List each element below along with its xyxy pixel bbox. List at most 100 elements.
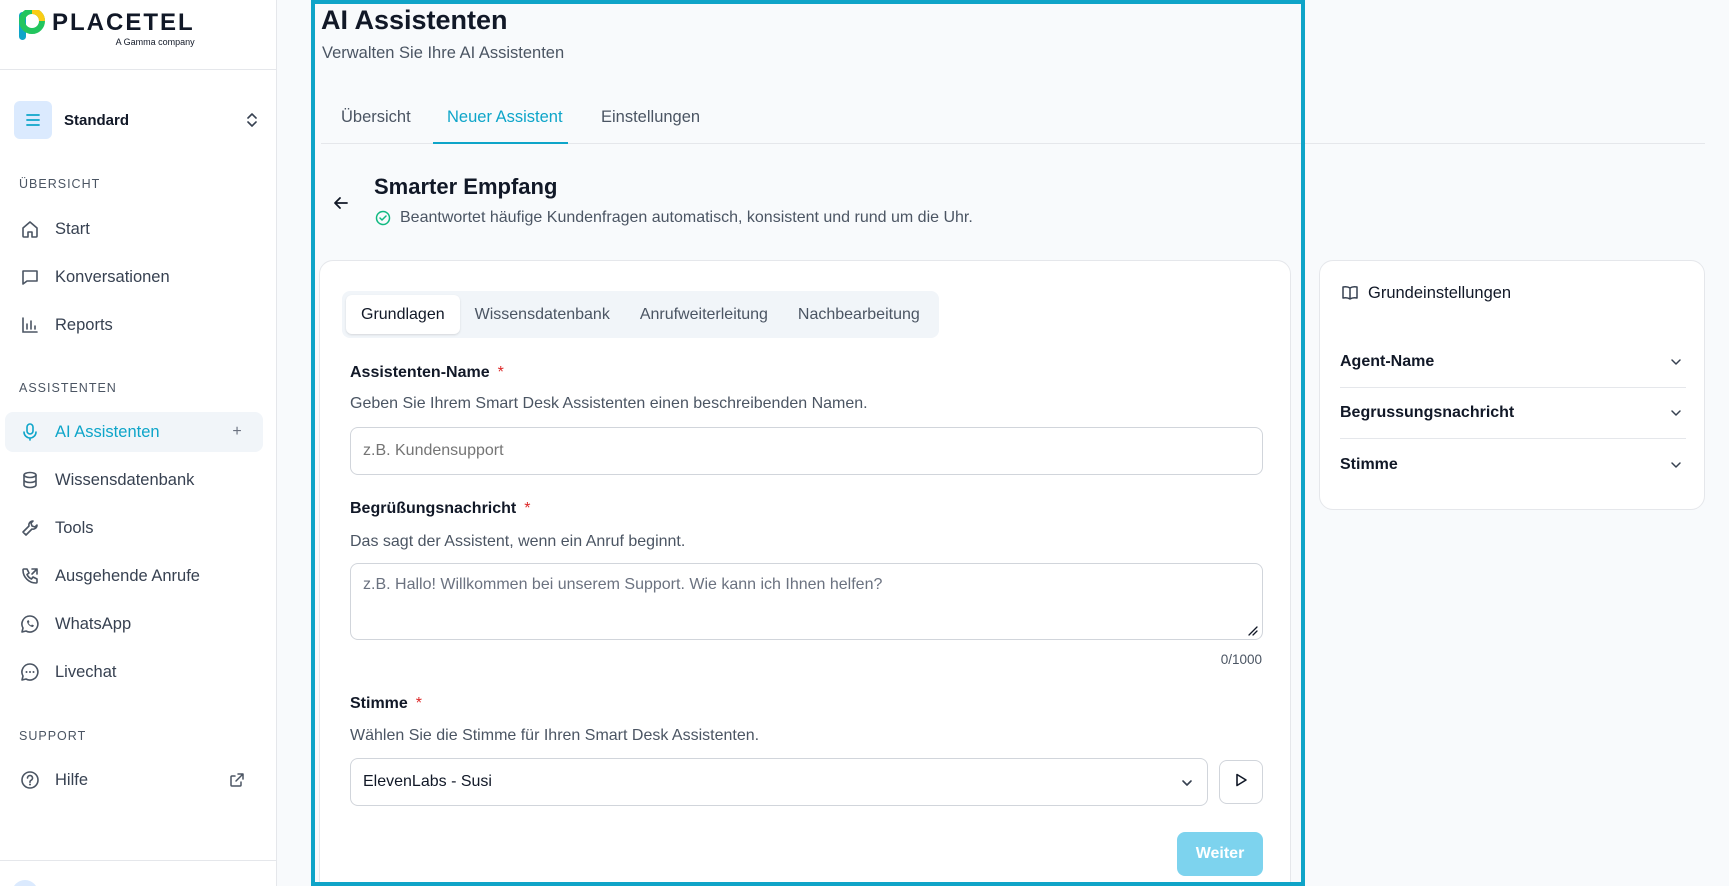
- play-icon: [1233, 772, 1249, 793]
- greeting-char-counter: 0/1000: [1220, 652, 1262, 667]
- add-assistant-icon[interactable]: +: [227, 422, 247, 442]
- sidebar-item-label: Start: [55, 219, 90, 238]
- placetel-logo-icon: [18, 8, 46, 40]
- play-voice-button[interactable]: [1219, 760, 1263, 804]
- sidebar: PLACETEL A Gamma company Standard ÜBERSI…: [0, 0, 277, 886]
- avatar[interactable]: [12, 880, 38, 886]
- page-subtitle: Verwalten Sie Ihre AI Assistenten: [322, 44, 565, 62]
- sidebar-item-label: Reports: [55, 315, 113, 334]
- sidebar-item-start[interactable]: Start: [5, 209, 263, 249]
- sidebar-item-label: Livechat: [55, 662, 117, 681]
- step-nachbearbeitung[interactable]: Nachbearbeitung: [783, 295, 935, 334]
- sidebar-section-assistants: ASSISTENTEN: [19, 381, 117, 395]
- chevron-down-icon: [1177, 773, 1197, 793]
- accordion-label: Begrussungsnachricht: [1340, 404, 1515, 421]
- settings-panel-title: Grundeinstellungen: [1368, 283, 1512, 302]
- database-icon: [19, 469, 41, 491]
- menu-icon: [14, 101, 52, 139]
- sidebar-item-livechat[interactable]: Livechat: [5, 652, 263, 692]
- voice-help: Wählen Sie die Stimme für Ihren Smart De…: [350, 727, 760, 744]
- assistant-name-input[interactable]: [350, 427, 1263, 475]
- accordion-label: Stimme: [1340, 455, 1398, 473]
- bar-chart-icon: [19, 314, 41, 336]
- required-marker: *: [524, 500, 531, 517]
- sidebar-section-support: SUPPORT: [19, 729, 87, 743]
- help-icon: [19, 769, 41, 791]
- settings-panel: Grundeinstellungen Agent-Name Begrussung…: [1319, 260, 1705, 510]
- sidebar-item-reports[interactable]: Reports: [5, 305, 263, 345]
- required-marker: *: [497, 364, 504, 381]
- assistant-name-label: Assistenten-Name *: [350, 364, 504, 382]
- tab-neuer-assistent[interactable]: Neuer Assistent: [433, 101, 568, 144]
- microphone-icon: [19, 421, 41, 443]
- back-arrow-icon[interactable]: [330, 192, 352, 214]
- section-title: Smarter Empfang: [374, 174, 558, 199]
- check-circle-icon: [374, 209, 392, 227]
- home-icon: [19, 218, 41, 240]
- sidebar-item-wissensdatenbank[interactable]: Wissensdatenbank: [5, 460, 263, 500]
- section-description: Beantwortet häufige Kundenfragen automat…: [374, 209, 973, 227]
- sidebar-item-tools[interactable]: Tools: [5, 508, 263, 548]
- voice-select-value: ElevenLabs - Susi: [363, 773, 492, 790]
- assistant-name-label-text: Assistenten-Name: [350, 364, 490, 381]
- greeting-label: Begrüßungsnachricht *: [350, 500, 530, 518]
- tab-bar: Übersicht Neuer Assistent Einstellungen: [321, 101, 1705, 144]
- accordion-label: Agent-Name: [1340, 353, 1435, 370]
- required-marker: *: [415, 695, 423, 712]
- sidebar-item-label: Tools: [55, 518, 94, 537]
- step-wissensdatenbank[interactable]: Wissensdatenbank: [460, 295, 625, 334]
- sidebar-item-whatsapp[interactable]: WhatsApp: [5, 604, 263, 644]
- sidebar-item-konversationen[interactable]: Konversationen: [5, 257, 263, 297]
- sidebar-item-label: Ausgehende Anrufe: [55, 566, 200, 585]
- assistant-form-card: Grundlagen Wissensdatenbank Anrufweiterl…: [319, 260, 1291, 886]
- step-grundlagen[interactable]: Grundlagen: [346, 295, 460, 334]
- sidebar-footer-divider: [0, 860, 277, 861]
- sidebar-item-ausgehende-anrufe[interactable]: Ausgehende Anrufe: [5, 556, 263, 596]
- whatsapp-icon: [19, 613, 41, 635]
- accordion-begrussungsnachricht[interactable]: Begrussungsnachricht: [1340, 388, 1686, 439]
- accordion-stimme[interactable]: Stimme: [1340, 439, 1686, 490]
- placetel-logo[interactable]: PLACETEL A Gamma company: [18, 8, 195, 47]
- chevron-down-icon: [1666, 403, 1686, 423]
- workspace-label: Standard: [64, 111, 130, 129]
- brand-name: PLACETEL: [52, 9, 195, 36]
- sidebar-item-label: Wissensdatenbank: [55, 470, 195, 489]
- greeting-label-text: Begrüßungsnachricht: [350, 500, 517, 517]
- sidebar-item-label: Konversationen: [55, 267, 170, 286]
- step-anrufweiterleitung[interactable]: Anrufweiterleitung: [625, 295, 783, 334]
- page-title: AI Assistenten: [321, 5, 508, 35]
- voice-label-text: Stimme: [350, 695, 408, 712]
- resize-handle-icon[interactable]: [1246, 623, 1258, 636]
- accordion-agent-name[interactable]: Agent-Name: [1340, 337, 1686, 388]
- voice-label: Stimme *: [350, 695, 422, 713]
- next-button[interactable]: Weiter: [1177, 832, 1263, 876]
- phone-outgoing-icon: [19, 565, 41, 587]
- chevron-down-icon: [1666, 352, 1686, 372]
- voice-select[interactable]: ElevenLabs - Susi: [350, 758, 1208, 806]
- sidebar-item-label: AI Assistenten: [55, 422, 160, 441]
- greeting-help: Das sagt der Assistent, wenn ein Anruf b…: [350, 533, 686, 550]
- sidebar-item-hilfe[interactable]: Hilfe: [5, 760, 263, 800]
- tab-uebersicht[interactable]: Übersicht: [341, 101, 411, 144]
- book-open-icon: [1340, 283, 1360, 303]
- tab-einstellungen[interactable]: Einstellungen: [601, 101, 700, 144]
- livechat-icon: [19, 661, 41, 683]
- assistant-name-help: Geben Sie Ihrem Smart Desk Assistenten e…: [350, 395, 868, 412]
- greeting-placeholder: z.B. Hallo! Willkommen bei unserem Suppo…: [363, 576, 883, 593]
- form-step-tabs: Grundlagen Wissensdatenbank Anrufweiterl…: [342, 291, 939, 338]
- external-link-icon: [227, 770, 247, 790]
- workspace-switcher[interactable]: Standard: [14, 101, 262, 139]
- sidebar-divider: [0, 69, 277, 70]
- section-description-text: Beantwortet häufige Kundenfragen automat…: [400, 209, 973, 226]
- settings-panel-header: Grundeinstellungen: [1340, 283, 1511, 303]
- sidebar-item-ai-assistenten[interactable]: AI Assistenten +: [5, 412, 263, 452]
- sidebar-item-label: WhatsApp: [55, 614, 132, 633]
- brand-tagline: A Gamma company: [115, 37, 195, 47]
- wrench-icon: [19, 517, 41, 539]
- chat-icon: [19, 266, 41, 288]
- sidebar-section-overview: ÜBERSICHT: [19, 177, 101, 191]
- sidebar-item-label: Hilfe: [55, 770, 89, 789]
- chevron-down-icon: [1666, 455, 1686, 475]
- chevron-up-down-icon: [242, 110, 262, 130]
- greeting-textarea[interactable]: z.B. Hallo! Willkommen bei unserem Suppo…: [350, 563, 1263, 640]
